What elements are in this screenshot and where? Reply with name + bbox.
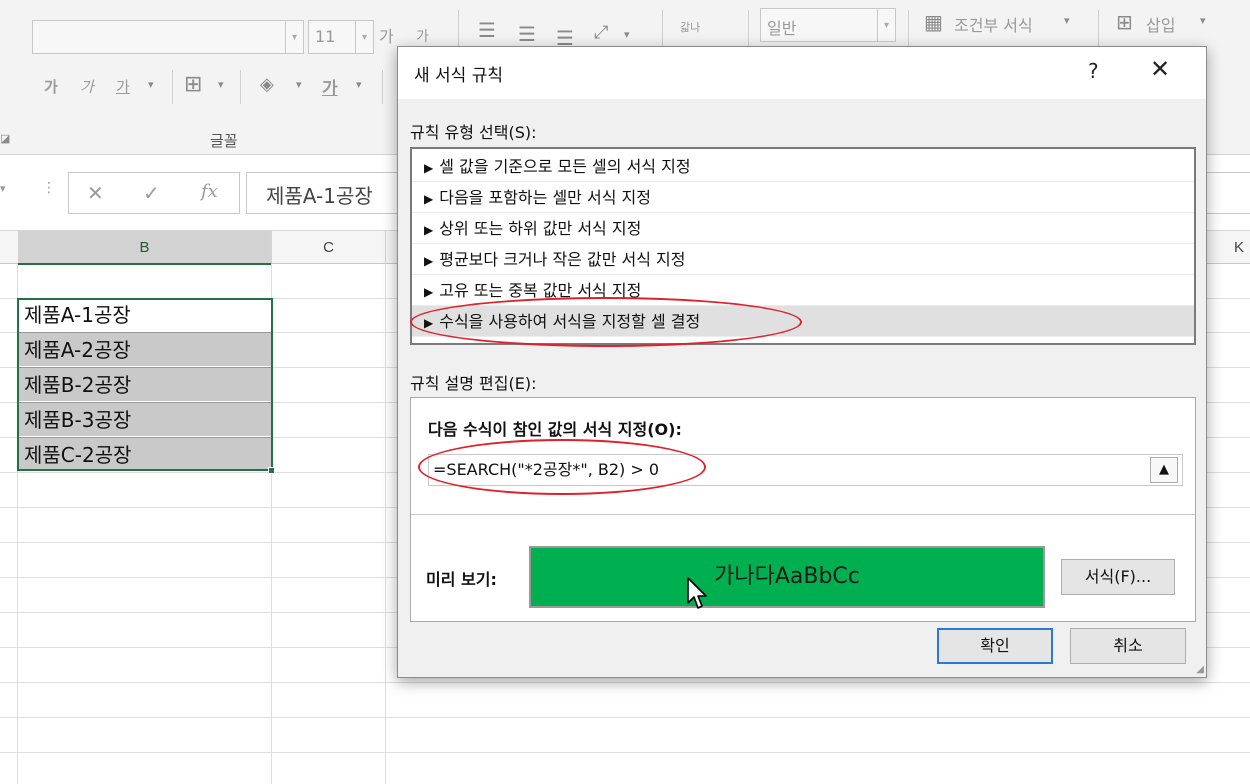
close-button[interactable]: ✕	[1150, 55, 1170, 83]
rule-type-item-label: 셀 값을 기준으로 모든 셀의 서식 지정	[439, 157, 691, 176]
cell-b4[interactable]: 제품B-2공장	[18, 367, 271, 401]
chevron-down-icon[interactable]: ▾	[296, 78, 302, 91]
chevron-down-icon[interactable]: ▾	[1200, 14, 1206, 27]
resize-grip-icon[interactable]: ◢	[1196, 664, 1204, 675]
enter-icon[interactable]: ✓	[143, 181, 160, 205]
format-button[interactable]: 서식(F)...	[1061, 559, 1175, 595]
rule-type-label: 규칙 유형 선택(S):	[410, 123, 537, 142]
formula-input-value: =SEARCH("*2공장*", B2) > 0	[433, 460, 660, 479]
arrow-right-icon: ▶	[424, 161, 434, 175]
chevron-down-icon: ▾	[877, 9, 895, 41]
gridline	[0, 717, 1250, 718]
formula-input[interactable]: =SEARCH("*2공장*", B2) > 0 ▲	[428, 454, 1183, 486]
fill-handle[interactable]	[268, 467, 275, 474]
wrap-text-button[interactable]: 갋나	[680, 22, 706, 33]
orientation-icon[interactable]: ⤢	[594, 22, 608, 43]
formula-label: 다음 수식이 참인 값의 서식 지정(O):	[428, 420, 682, 439]
chevron-down-icon[interactable]: ▾	[624, 28, 630, 41]
dialog-title: 새 서식 규칙	[414, 66, 504, 86]
gridline	[385, 264, 386, 784]
ribbon-separator	[240, 70, 241, 104]
bold-button[interactable]: 가	[44, 76, 58, 97]
rule-type-list[interactable]: ▶ 셀 값을 기준으로 모든 셀의 서식 지정 ▶ 다음을 포함하는 셀만 서식 지…	[410, 147, 1196, 345]
ribbon-separator	[382, 70, 383, 104]
conditional-format-button[interactable]: 조건부 서식	[954, 12, 1033, 36]
rule-type-item-label: 다음을 포함하는 셀만 서식 지정	[439, 188, 651, 207]
rule-type-item[interactable]: ▶ 고유 또는 중복 값만 서식 지정	[412, 275, 1194, 306]
arrow-right-icon: ▶	[424, 285, 434, 299]
align-top-icon[interactable]: ☰	[478, 18, 496, 42]
chevron-down-icon[interactable]: ▾	[218, 78, 224, 91]
arrow-right-icon: ▶	[424, 316, 434, 330]
ribbon-separator	[172, 70, 173, 104]
conditional-format-icon[interactable]: ▦	[924, 10, 943, 34]
number-format-value: 일반	[767, 19, 797, 38]
font-size-value: 11	[315, 27, 336, 46]
cancel-icon[interactable]: ✕	[87, 181, 104, 205]
gridline	[0, 682, 1250, 683]
rule-description-panel: 다음 수식이 참인 값의 서식 지정(O): =SEARCH("*2공장*", …	[410, 397, 1196, 622]
rule-type-item[interactable]: ▶ 평균보다 크거나 작은 값만 서식 지정	[412, 244, 1194, 275]
help-button[interactable]: ?	[1088, 59, 1099, 83]
insert-cells-icon[interactable]: ⊞	[1116, 10, 1133, 34]
description-label: 규칙 설명 편집(E):	[410, 374, 537, 393]
arrow-right-icon: ▶	[424, 254, 434, 268]
cell-b6[interactable]: 제품C-2공장	[18, 437, 271, 471]
dialog-launcher-icon[interactable]: ◪	[0, 132, 10, 145]
column-header-k[interactable]: K	[1206, 231, 1250, 265]
rule-type-item-label: 상위 또는 하위 값만 서식 지정	[439, 219, 642, 238]
font-color-button[interactable]: 가	[322, 74, 338, 99]
cell-b2[interactable]: 제품A-1공장	[18, 298, 271, 332]
vertical-dots-icon: ⋮	[42, 180, 56, 196]
arrow-right-icon: ▶	[424, 192, 434, 206]
rule-type-item-label: 수식을 사용하여 서식을 지정할 셀 결정	[439, 312, 701, 331]
divider	[411, 514, 1195, 515]
column-header-b[interactable]: B	[18, 231, 272, 265]
rule-type-item-label: 평균보다 크거나 작은 값만 서식 지정	[439, 250, 686, 269]
formula-buttons-box: ✕ ✓ fx	[68, 172, 240, 214]
rule-type-item[interactable]: ▶ 다음을 포함하는 셀만 서식 지정	[412, 182, 1194, 213]
rule-type-item-selected[interactable]: ▶ 수식을 사용하여 서식을 지정할 셀 결정	[412, 306, 1194, 337]
dialog-titlebar: 새 서식 규칙 ? ✕	[398, 47, 1206, 99]
collapse-dialog-icon[interactable]: ▲	[1150, 457, 1178, 483]
chevron-down-icon[interactable]: ▾	[356, 78, 362, 91]
fill-color-icon[interactable]: ◈	[260, 74, 274, 95]
rule-type-item[interactable]: ▶ 상위 또는 하위 값만 서식 지정	[412, 213, 1194, 244]
insert-button[interactable]: 삽입	[1146, 12, 1175, 36]
arrow-right-icon: ▶	[424, 223, 434, 237]
italic-button[interactable]: 가	[80, 76, 94, 97]
chevron-down-icon[interactable]: ▾	[1064, 14, 1070, 27]
fx-icon[interactable]: fx	[201, 181, 218, 202]
rule-type-item-label: 고유 또는 중복 값만 서식 지정	[439, 281, 642, 300]
rule-type-item[interactable]: ▶ 셀 값을 기준으로 모든 셀의 서식 지정	[412, 151, 1194, 182]
chevron-down-icon[interactable]: ▾	[148, 78, 154, 91]
cell-b3[interactable]: 제품A-2공장	[18, 332, 271, 366]
gridline	[271, 264, 272, 784]
formula-content[interactable]: 제품A-1공장	[266, 180, 373, 209]
preview-label: 미리 보기:	[426, 570, 497, 589]
new-formatting-rule-dialog: 새 서식 규칙 ? ✕ 규칙 유형 선택(S): ▶ 셀 값을 기준으로 모든 셀…	[397, 46, 1207, 678]
format-preview: 가나다AaBbCc	[529, 546, 1045, 608]
font-size-select[interactable]: 11 ▾	[308, 20, 374, 54]
number-format-select[interactable]: 일반 ▾	[760, 8, 896, 42]
column-header-c[interactable]: C	[272, 231, 386, 265]
font-name-select[interactable]: ▾	[32, 20, 304, 54]
shrink-font-button[interactable]: 가	[416, 26, 429, 46]
chevron-down-icon: ▾	[285, 21, 303, 53]
mouse-cursor-icon	[687, 577, 707, 609]
name-box-dropdown-icon[interactable]: ▾	[0, 182, 6, 195]
gridline	[0, 752, 1250, 753]
align-middle-icon[interactable]: ☰	[518, 22, 536, 46]
font-group-label: 글꼴	[210, 132, 238, 150]
border-icon[interactable]: ⊞	[184, 72, 202, 97]
cancel-button[interactable]: 취소	[1070, 628, 1186, 664]
chevron-down-icon: ▾	[355, 21, 373, 53]
underline-button[interactable]: 가	[116, 76, 130, 97]
cell-b5[interactable]: 제품B-3공장	[18, 402, 271, 436]
ok-button[interactable]: 확인	[937, 628, 1053, 664]
grow-font-button[interactable]: 가	[379, 23, 394, 47]
